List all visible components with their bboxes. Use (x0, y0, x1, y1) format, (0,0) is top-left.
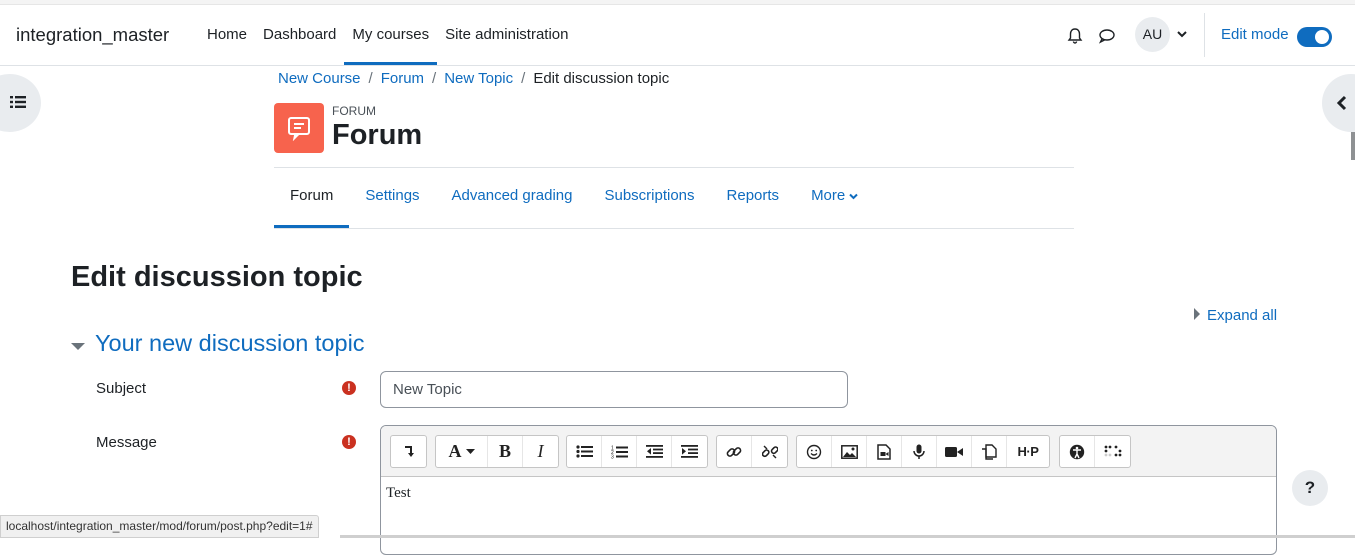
outdent-icon[interactable] (637, 436, 672, 467)
course-index-drawer-toggle[interactable] (0, 74, 41, 132)
nav-my-courses[interactable]: My courses (344, 5, 438, 65)
bold-icon[interactable]: B (488, 436, 523, 467)
edit-mode-label: Edit mode (1221, 26, 1289, 43)
unordered-list-icon[interactable] (567, 436, 602, 467)
tab-settings[interactable]: Settings (349, 168, 435, 228)
breadcrumb-topic[interactable]: New Topic (444, 70, 513, 87)
collapse-icon[interactable] (391, 436, 426, 467)
forum-module-icon (274, 103, 324, 153)
record-audio-icon[interactable] (902, 436, 937, 467)
user-avatar[interactable]: AU (1135, 17, 1170, 52)
toolbar-group-lists: 123 (566, 435, 708, 468)
caret-right-icon (1194, 307, 1200, 324)
list-icon (10, 95, 26, 114)
section-header[interactable]: Your new discussion topic (71, 330, 365, 357)
breadcrumb-course[interactable]: New Course (278, 70, 361, 87)
top-navbar: integration_master Home Dashboard My cou… (0, 5, 1355, 66)
user-menu-chevron-down-icon[interactable] (1175, 27, 1189, 41)
nav-site-administration[interactable]: Site administration (437, 5, 576, 65)
message-label: Message (96, 434, 157, 451)
tab-more-label: More (811, 187, 846, 204)
block-drawer-toggle[interactable] (1322, 74, 1355, 132)
unlink-icon[interactable] (752, 436, 787, 467)
tab-more[interactable]: More (795, 168, 874, 228)
emoji-icon[interactable] (797, 436, 832, 467)
nav-dashboard[interactable]: Dashboard (255, 5, 344, 65)
toolbar-group-collapse (390, 435, 427, 468)
toolbar-group-accessibility (1059, 435, 1131, 468)
module-type-label: FORUM (332, 104, 376, 118)
breadcrumb-separator: / (432, 70, 437, 87)
caret-down-icon (71, 330, 85, 357)
divider (274, 228, 1074, 229)
tab-advanced-grading[interactable]: Advanced grading (436, 168, 589, 228)
indent-icon[interactable] (672, 436, 707, 467)
secondary-navigation: Forum Settings Advanced grading Subscrip… (274, 168, 874, 228)
tab-reports[interactable]: Reports (711, 168, 796, 228)
module-title: Forum (332, 119, 423, 151)
italic-icon[interactable]: I (523, 436, 558, 467)
section-title: Your new discussion topic (95, 330, 365, 356)
breadcrumb-forum[interactable]: Forum (381, 70, 424, 87)
accessibility-checker-icon[interactable] (1060, 436, 1095, 467)
primary-navigation: Home Dashboard My courses Site administr… (199, 5, 577, 65)
font-size-icon[interactable]: A (436, 436, 488, 467)
messages-chat-icon[interactable] (1096, 25, 1118, 47)
toolbar-group-style: A B I (435, 435, 559, 468)
link-icon[interactable] (717, 436, 752, 467)
navbar-divider (1204, 13, 1205, 57)
subject-input[interactable] (380, 371, 848, 408)
required-icon: ! (342, 435, 356, 449)
media-icon[interactable] (867, 436, 902, 467)
breadcrumb: New Course / Forum / New Topic / Edit di… (278, 70, 669, 87)
expand-all-label: Expand all (1207, 307, 1278, 324)
ordered-list-icon[interactable]: 123 (602, 436, 637, 467)
toolbar-group-media: H·P (796, 435, 1050, 468)
breadcrumb-current: Edit discussion topic (533, 70, 670, 87)
toolbar-group-links (716, 435, 788, 468)
edit-mode-toggle[interactable] (1297, 27, 1332, 47)
expand-all-link[interactable]: Expand all (1194, 307, 1277, 324)
page-title: Edit discussion topic (71, 261, 363, 293)
breadcrumb-separator: / (368, 70, 373, 87)
help-button[interactable]: ? (1292, 470, 1328, 506)
record-video-icon[interactable] (937, 436, 972, 467)
scrollbar-thumb[interactable] (1351, 132, 1355, 160)
manage-files-icon[interactable] (972, 436, 1007, 467)
nav-home[interactable]: Home (199, 5, 255, 65)
chevron-left-icon (1336, 95, 1348, 116)
image-icon[interactable] (832, 436, 867, 467)
subject-label: Subject (96, 380, 147, 397)
status-bar-url: localhost/integration_master/mod/forum/p… (0, 515, 319, 538)
tab-forum[interactable]: Forum (274, 168, 350, 228)
h5p-icon[interactable]: H·P (1007, 436, 1049, 467)
editor-toolbar: A B I 123 H·P (381, 426, 1276, 477)
tab-subscriptions[interactable]: Subscriptions (588, 168, 710, 228)
editor-content[interactable]: Test (386, 485, 411, 502)
screenreader-helper-icon[interactable] (1095, 436, 1130, 467)
breadcrumb-separator: / (521, 70, 526, 87)
notifications-bell-icon[interactable] (1064, 25, 1086, 47)
site-name[interactable]: integration_master (16, 24, 169, 46)
required-icon: ! (342, 381, 356, 395)
svg-text:3: 3 (611, 454, 614, 459)
chevron-down-icon (849, 187, 859, 204)
